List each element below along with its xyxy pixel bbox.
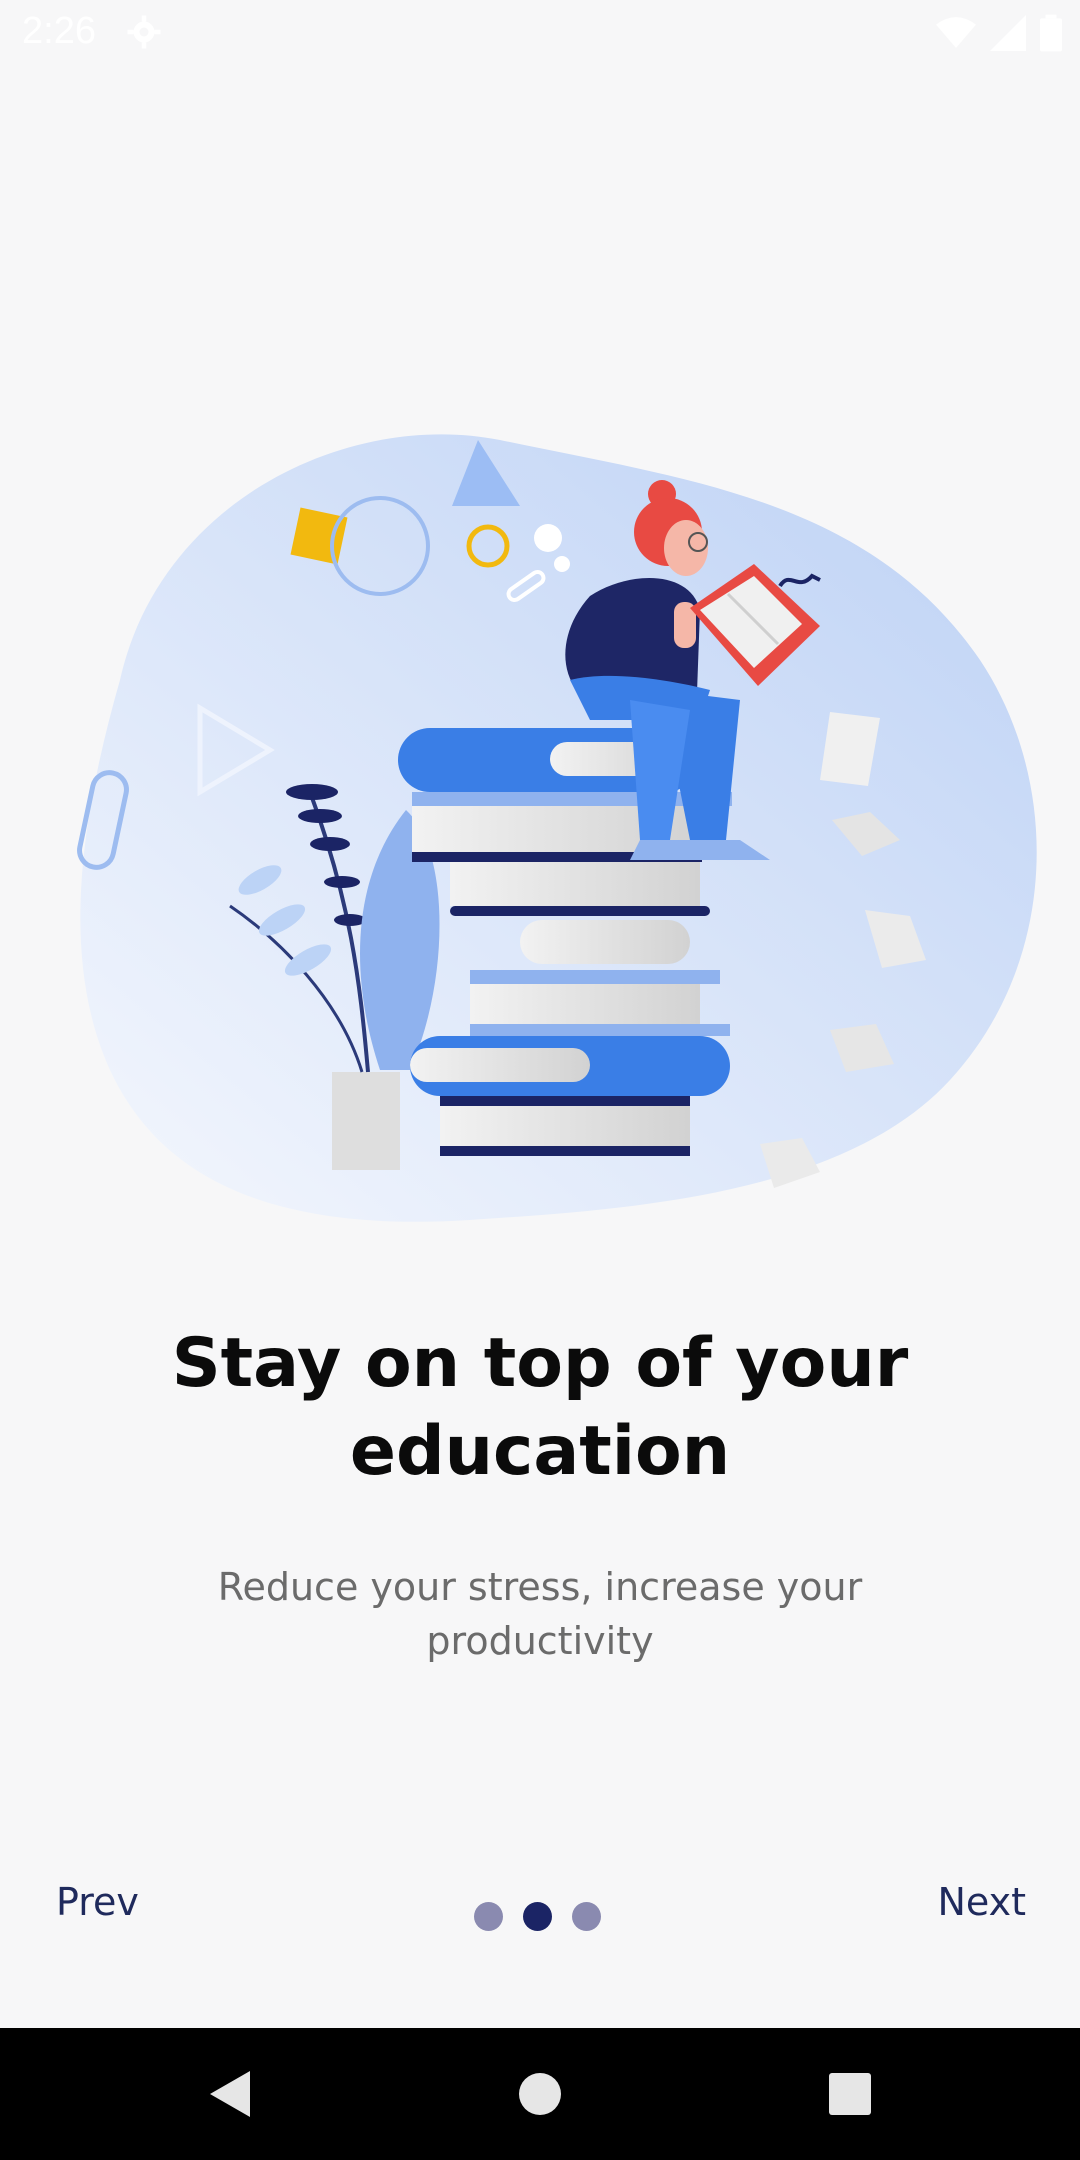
- onboarding-illustration: [50, 420, 1050, 1240]
- battery-icon: [1040, 14, 1062, 56]
- prev-button[interactable]: Prev: [56, 1880, 139, 1924]
- onboarding-title: Stay on top of your education: [171, 1324, 909, 1491]
- back-icon[interactable]: [190, 2028, 270, 2160]
- page-dot-1[interactable]: [474, 1902, 503, 1931]
- home-icon[interactable]: [500, 2028, 580, 2160]
- status-bar: 2:26: [0, 0, 1080, 66]
- gear-icon: [126, 14, 162, 54]
- wifi-icon: [936, 15, 976, 55]
- system-nav-bar: [0, 2028, 1080, 2160]
- recents-icon[interactable]: [810, 2028, 890, 2160]
- next-button[interactable]: Next: [937, 1880, 1026, 1924]
- page-dot-2-active[interactable]: [523, 1902, 552, 1931]
- signal-icon: [990, 15, 1026, 55]
- page-dot-3[interactable]: [572, 1902, 601, 1931]
- status-time: 2:26: [22, 10, 96, 52]
- onboarding-subtitle: Reduce your stress, increase your produc…: [217, 1565, 863, 1663]
- page-indicator: [474, 1902, 601, 1931]
